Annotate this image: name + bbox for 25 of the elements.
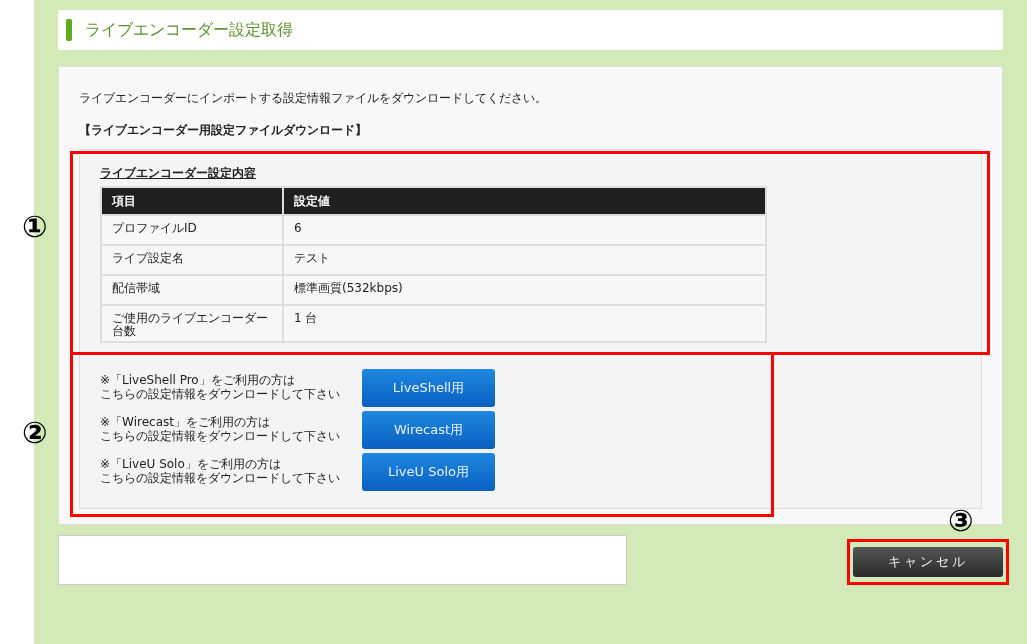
cancel-button[interactable]: キャンセル [853,547,1003,577]
settings-title: ライブエンコーダー設定内容 [100,165,256,182]
table-cell: プロファイルID [101,215,283,245]
callout-number: ① [22,212,48,242]
accent-bar [66,19,72,41]
section-title: 【ライブエンコーダー用設定ファイルダウンロード】 [79,122,368,139]
table-cell: 標準画質(532kbps) [283,275,766,305]
column-header: 項目 [101,187,283,215]
download-button[interactable]: LiveU Solo用 [362,453,495,492]
download-note: ※「LiveU Solo」をご利用の方は こちらの設定情報をダウンロードして下さい [100,458,341,486]
download-note: ※「LiveShell Pro」をご利用の方は こちらの設定情報をダウンロードして下さい [100,374,341,402]
download-button[interactable]: Wirecast用 [362,411,495,450]
table-cell: 1 台 [283,305,766,343]
table-cell: 6 [283,215,766,245]
table-cell: テスト [283,245,766,275]
callout-number: ② [22,418,48,448]
intro-text: ライブエンコーダーにインポートする設定情報ファイルをダウンロードしてください。 [79,90,548,107]
table-cell: ライブ設定名 [101,245,283,275]
table-cell: 配信帯域 [101,275,283,305]
download-button[interactable]: LiveShell用 [362,369,495,408]
column-header: 設定値 [283,187,766,215]
download-note: ※「Wirecast」をご利用の方は こちらの設定情報をダウンロードして下さい [100,416,341,444]
callout-number: ③ [948,506,974,536]
table-cell: ご使用のライブエンコーダー台数 [101,305,283,343]
page-title: ライブエンコーダー設定取得 [85,19,293,41]
